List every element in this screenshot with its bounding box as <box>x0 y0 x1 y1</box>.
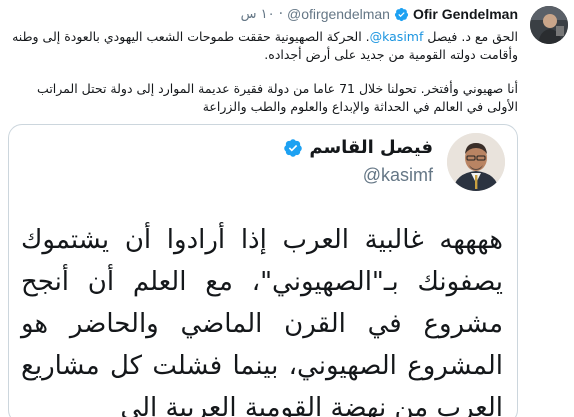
embedded-display-name: فيصل القاسم <box>309 137 433 158</box>
embedded-tweet-image[interactable]: فيصل القاسم @kasimf ههههه غالبية العرب إ… <box>8 124 518 417</box>
embedded-tweet-text: ههههه غالبية العرب إذا أرادوا أن يشتموك … <box>21 225 503 417</box>
tweet-text: الحق مع د. فيصل @kasimf. الحركة الصهيوني… <box>10 28 518 116</box>
verified-badge-icon <box>394 7 409 21</box>
tweet-paragraph-1: الحق مع د. فيصل @kasimf. الحركة الصهيوني… <box>10 28 518 64</box>
embedded-author-avatar <box>447 133 505 191</box>
tweet-paragraph-2: أنا صهيوني وأفتخر. تحولنا خلال 71 عاما م… <box>37 81 518 114</box>
tweet-timestamp[interactable]: ١٠ س <box>241 7 275 22</box>
embedded-author-header: فيصل القاسم <box>283 137 433 158</box>
tweet-card[interactable]: Ofir Gendelman @ofirgendelman · ١٠ س الح… <box>0 0 574 417</box>
author-header: Ofir Gendelman @ofirgendelman · ١٠ س <box>241 6 518 22</box>
embedded-handle: @kasimf <box>362 165 433 185</box>
verified-badge-icon <box>284 138 303 157</box>
header-separator: · <box>278 6 284 22</box>
author-handle[interactable]: @ofirgendelman <box>287 6 390 22</box>
mention-link[interactable]: @kasimf <box>370 29 424 44</box>
author-display-name[interactable]: Ofir Gendelman <box>413 6 518 22</box>
author-avatar[interactable] <box>530 6 568 44</box>
tweet-text-segment: الحق مع د. فيصل <box>423 29 518 44</box>
